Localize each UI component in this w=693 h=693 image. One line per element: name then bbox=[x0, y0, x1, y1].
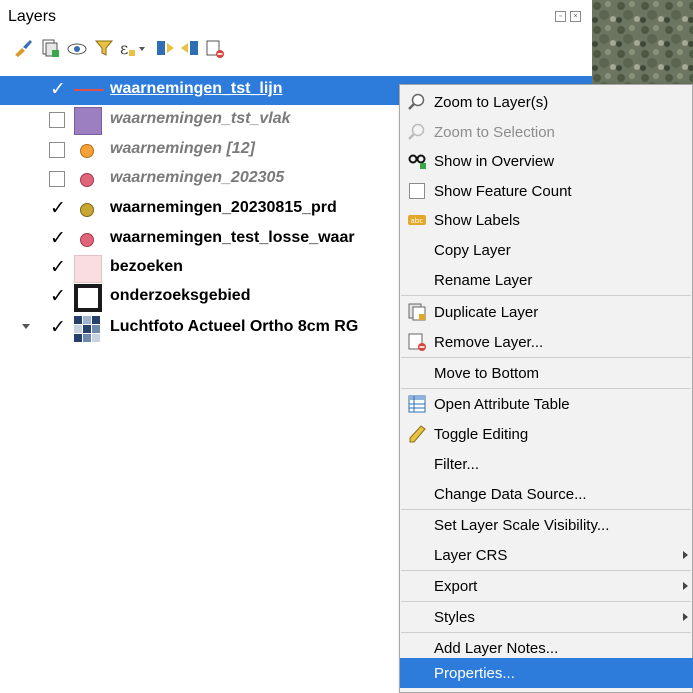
layer-visibility-checkbox[interactable] bbox=[49, 316, 66, 338]
point-symbol-icon bbox=[80, 233, 94, 247]
remove-layer-icon bbox=[408, 333, 426, 351]
point-symbol-icon bbox=[80, 144, 94, 158]
expression-filter-icon[interactable]: ε bbox=[118, 37, 145, 59]
menu-item-zoom-to-selection[interactable]: Zoom to Selection bbox=[400, 117, 693, 147]
zoom-selection-icon bbox=[408, 123, 426, 141]
layer-visibility-checkbox[interactable] bbox=[49, 256, 66, 278]
menu-item-set-layer-scale-visibility[interactable]: Set Layer Scale Visibility... bbox=[400, 510, 693, 540]
svg-text:ε: ε bbox=[120, 39, 128, 58]
layer-name: bezoeken bbox=[110, 258, 183, 275]
layer-name: waarnemingen_test_losse_waar bbox=[110, 229, 355, 246]
panel-title: Layers bbox=[8, 8, 57, 25]
layer-visibility-checkbox[interactable] bbox=[49, 285, 66, 307]
remove-layer-icon[interactable] bbox=[204, 37, 226, 59]
layer-name: waarnemingen_tst_vlak bbox=[110, 110, 291, 127]
menu-item-remove-layer[interactable]: Remove Layer... bbox=[400, 327, 693, 357]
submenu-arrow-icon bbox=[683, 551, 688, 559]
menu-item-show-feature-count[interactable]: Show Feature Count bbox=[400, 176, 693, 206]
checkbox-icon bbox=[408, 182, 426, 200]
layer-context-menu: Zoom to Layer(s) Zoom to Selection Show … bbox=[399, 84, 693, 693]
layer-name: Luchtfoto Actueel Ortho 8cm RG bbox=[110, 318, 359, 335]
add-group-icon[interactable] bbox=[39, 37, 61, 59]
close-panel-icon[interactable]: × bbox=[570, 11, 581, 22]
fill-symbol-icon bbox=[74, 107, 102, 135]
menu-item-properties[interactable]: Properties... bbox=[400, 658, 693, 688]
menu-separator bbox=[401, 295, 691, 296]
layer-visibility-checkbox[interactable] bbox=[49, 112, 65, 128]
layer-name: waarnemingen_tst_lijn bbox=[110, 80, 283, 97]
menu-item-rename-layer[interactable]: Rename Layer bbox=[400, 265, 693, 295]
labels-abc-icon: abc bbox=[408, 211, 426, 229]
panel-titlebar: Layers ▫ × bbox=[0, 0, 592, 34]
outline-symbol-icon bbox=[74, 284, 102, 312]
menu-item-duplicate-layer[interactable]: Duplicate Layer bbox=[400, 297, 693, 327]
menu-item-move-to-bottom[interactable]: Move to Bottom bbox=[400, 358, 693, 388]
menu-item-filter[interactable]: Filter... bbox=[400, 449, 693, 479]
layer-visibility-checkbox[interactable] bbox=[49, 78, 66, 100]
svg-text:abc: abc bbox=[411, 217, 424, 225]
layer-visibility-checkbox[interactable] bbox=[49, 227, 66, 249]
attribute-table-icon bbox=[408, 395, 426, 413]
layer-name: waarnemingen_20230815_prd bbox=[110, 199, 337, 216]
layer-name: waarnemingen_202305 bbox=[110, 169, 285, 186]
menu-item-styles[interactable]: Styles bbox=[400, 602, 693, 632]
layer-visibility-checkbox[interactable] bbox=[49, 142, 65, 158]
menu-item-toggle-editing[interactable]: Toggle Editing bbox=[400, 419, 693, 449]
layer-visibility-checkbox[interactable] bbox=[49, 197, 66, 219]
menu-item-zoom-to-layer[interactable]: Zoom to Layer(s) bbox=[400, 87, 693, 117]
overview-glasses-icon bbox=[408, 152, 426, 170]
collapse-all-icon[interactable] bbox=[179, 37, 201, 59]
menu-item-copy-layer[interactable]: Copy Layer bbox=[400, 235, 693, 265]
raster-symbol-icon bbox=[74, 316, 100, 342]
zoom-layer-icon bbox=[408, 93, 426, 111]
visibility-eye-icon[interactable] bbox=[66, 37, 88, 59]
menu-item-show-labels[interactable]: abc Show Labels bbox=[400, 205, 693, 235]
fill-symbol-icon bbox=[74, 255, 102, 283]
duplicate-layer-icon bbox=[408, 303, 426, 321]
menu-item-change-data-source[interactable]: Change Data Source... bbox=[400, 479, 693, 509]
expand-all-icon[interactable] bbox=[154, 37, 176, 59]
filter-legend-icon[interactable] bbox=[93, 37, 115, 59]
layer-visibility-checkbox[interactable] bbox=[49, 171, 65, 187]
float-panel-icon[interactable]: ▫ bbox=[555, 11, 566, 22]
point-symbol-icon bbox=[80, 203, 94, 217]
menu-item-export[interactable]: Export bbox=[400, 571, 693, 601]
point-symbol-icon bbox=[80, 173, 94, 187]
line-symbol-icon bbox=[74, 89, 104, 91]
style-brush-icon[interactable] bbox=[12, 37, 34, 59]
layer-name: onderzoeksgebied bbox=[110, 287, 251, 304]
pencil-icon bbox=[408, 425, 426, 443]
submenu-arrow-icon bbox=[683, 582, 688, 590]
menu-item-open-attribute-table[interactable]: Open Attribute Table bbox=[400, 389, 693, 419]
menu-item-show-in-overview[interactable]: Show in Overview bbox=[400, 146, 693, 176]
submenu-arrow-icon bbox=[683, 613, 688, 621]
menu-item-layer-crs[interactable]: Layer CRS bbox=[400, 540, 693, 570]
layer-name: waarnemingen [12] bbox=[110, 140, 255, 157]
expand-arrow-icon[interactable] bbox=[22, 324, 30, 329]
